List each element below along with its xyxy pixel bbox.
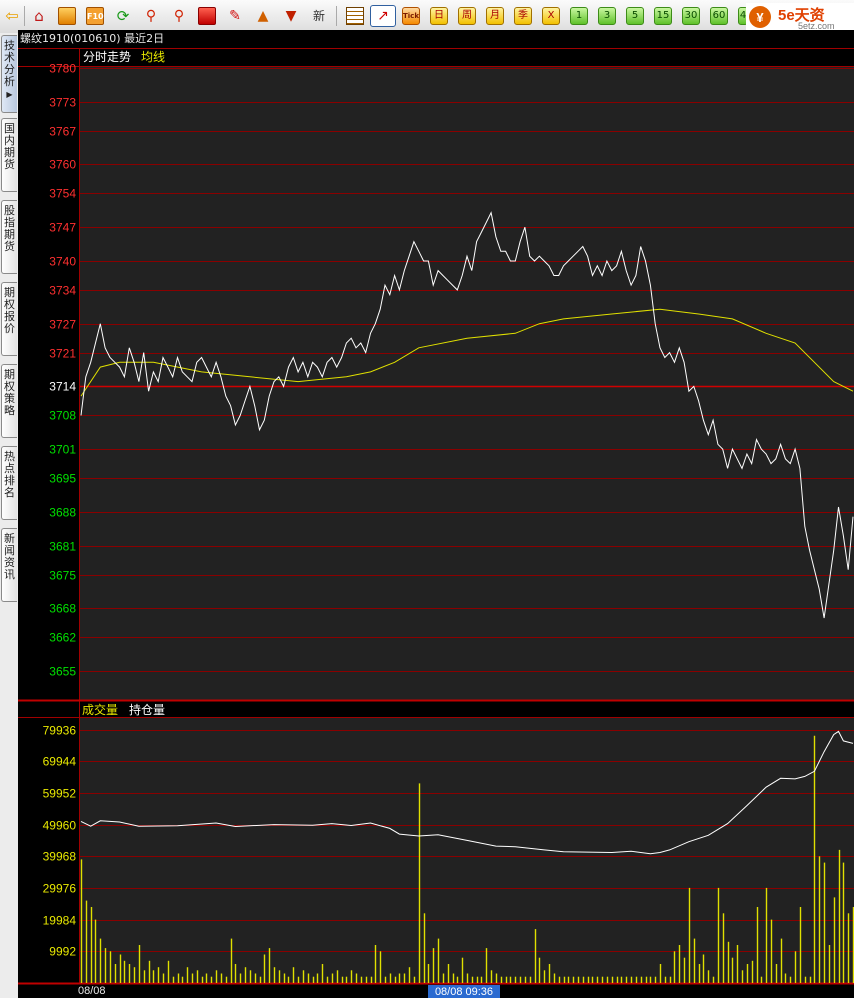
timeshare-chart-icon[interactable]: ↗ (370, 5, 396, 27)
week-period-button[interactable]: 周 (458, 7, 476, 25)
alert-bell-icon[interactable]: ▲ (254, 7, 272, 25)
pencil-icon[interactable]: ✎ (226, 7, 244, 25)
side-tab-label: 期权报价 (4, 286, 15, 335)
svg-text:¥: ¥ (756, 10, 764, 25)
price-tick-label: 3747 (49, 221, 76, 235)
min3-period-button[interactable]: 3 (598, 7, 616, 25)
cursor-time-label: 08/08 09:36 (435, 986, 493, 998)
side-tab-domestic-futures[interactable]: 国内期货 (1, 118, 17, 192)
volume-tick-label: 9992 (49, 945, 76, 959)
toolbar-divider (336, 6, 337, 26)
custom-period-button[interactable]: X (542, 7, 560, 25)
day-period-button[interactable]: 日 (430, 7, 448, 25)
triangle-right-icon: ▶ (6, 90, 13, 99)
zoom-out-icon[interactable]: ⚲ (170, 7, 188, 25)
toolbar: ⇦ ⌂ F10 ⟳ ⚲ ⚲ ✎ ▲ ▼ 新 ↗ Tick 日 周 月 季 X 1… (0, 0, 854, 34)
side-tab-bar: 技术分析 ▶ 国内期货 股指期货 期权报价 期权策略 热点排名 新闻资讯 (0, 33, 19, 998)
price-tick-label: 3681 (49, 540, 76, 554)
min5-period-button[interactable]: 5 (626, 7, 644, 25)
side-tab-label: 技术分析 (4, 39, 15, 88)
filter-icon[interactable]: ▼ (282, 7, 300, 25)
side-tab-index-futures[interactable]: 股指期货 (1, 200, 17, 274)
x-axis-start-label: 08/08 (78, 985, 106, 997)
legend-price: 分时走势 (83, 50, 131, 64)
month-period-button[interactable]: 月 (486, 7, 504, 25)
price-tick-label: 3740 (49, 255, 76, 269)
side-tab-hot-ranking[interactable]: 热点排名 (1, 446, 17, 520)
price-tick-label: 3714 (49, 380, 76, 394)
side-tab-option-quotes[interactable]: 期权报价 (1, 282, 17, 356)
side-tab-technical-analysis[interactable]: 技术分析 ▶ (1, 35, 17, 113)
season-period-button[interactable]: 季 (514, 7, 532, 25)
volume-tick-label: 79936 (43, 724, 77, 738)
min15-period-button[interactable]: 15 (654, 7, 672, 25)
back-arrow-icon[interactable]: ⇦ (3, 7, 21, 25)
side-tab-option-strategy[interactable]: 期权策略 (1, 364, 17, 438)
volume-tick-label: 39968 (43, 850, 77, 864)
5etz-logo: ¥ 5e天资 5etz.com (746, 3, 854, 31)
min1-period-button[interactable]: 1 (570, 7, 588, 25)
instrument-header: 螺纹1910(010610) 最近2日 (18, 30, 854, 48)
volume-tick-label: 29976 (43, 882, 77, 896)
price-tick-label: 3721 (49, 347, 76, 361)
toolbar-divider (24, 6, 25, 26)
price-tick-label: 3780 (49, 62, 76, 76)
legend-open-interest: 持仓量 (129, 702, 165, 717)
side-tab-label: 国内期货 (4, 122, 15, 171)
volume-plot-area (80, 718, 854, 984)
volume-panel: 799366994459952499603996829976199849992 … (18, 699, 854, 985)
instrument-title: 螺纹1910(010610) 最近2日 (20, 32, 165, 45)
price-tick-label: 3767 (49, 125, 76, 139)
price-tick-label: 3773 (49, 96, 76, 110)
window-icon[interactable] (198, 7, 216, 25)
stack-icon[interactable] (58, 7, 76, 25)
side-tab-label: 股指期货 (4, 204, 15, 253)
price-tick-label: 3675 (49, 569, 76, 583)
volume-tick-label: 59952 (43, 787, 77, 801)
price-tick-label: 3655 (49, 665, 76, 679)
f10-icon[interactable]: F10 (86, 7, 104, 25)
price-tick-label: 3701 (49, 443, 76, 457)
legend-volume: 成交量 (82, 702, 118, 717)
home-icon[interactable]: ⌂ (30, 7, 48, 25)
side-tab-label: 热点排名 (4, 450, 15, 499)
price-plot-area (80, 66, 854, 700)
price-tick-label: 3754 (49, 187, 76, 201)
price-tick-label: 3734 (49, 284, 76, 298)
volume-tick-label: 19984 (43, 914, 77, 928)
refresh-icon[interactable]: ⟳ (114, 7, 132, 25)
price-tick-label: 3662 (49, 631, 76, 645)
side-tab-news[interactable]: 新闻资讯 (1, 528, 17, 602)
price-tick-label: 3688 (49, 506, 76, 520)
side-tab-label: 新闻资讯 (4, 532, 15, 581)
price-tick-label: 3760 (49, 158, 76, 172)
price-tick-label: 3668 (49, 602, 76, 616)
side-tab-label: 期权策略 (4, 368, 15, 417)
min30-period-button[interactable]: 30 (682, 7, 700, 25)
legend-average: 均线 (141, 50, 165, 64)
price-tick-label: 3708 (49, 409, 76, 423)
zoom-in-icon[interactable]: ⚲ (142, 7, 160, 25)
volume-tick-label: 69944 (43, 755, 77, 769)
new-button[interactable]: 新 (313, 7, 325, 25)
volume-tick-label: 49960 (43, 819, 77, 833)
price-tick-label: 3695 (49, 472, 76, 486)
min60-period-button[interactable]: 60 (710, 7, 728, 25)
table-icon[interactable] (346, 7, 364, 25)
tick-button[interactable]: Tick (402, 7, 420, 25)
timeshare-chart[interactable]: 3780 3773 3767 3760 3754 3747 3740 3734 3727 3721… (18, 48, 854, 998)
price-tick-label: 3727 (49, 318, 76, 332)
